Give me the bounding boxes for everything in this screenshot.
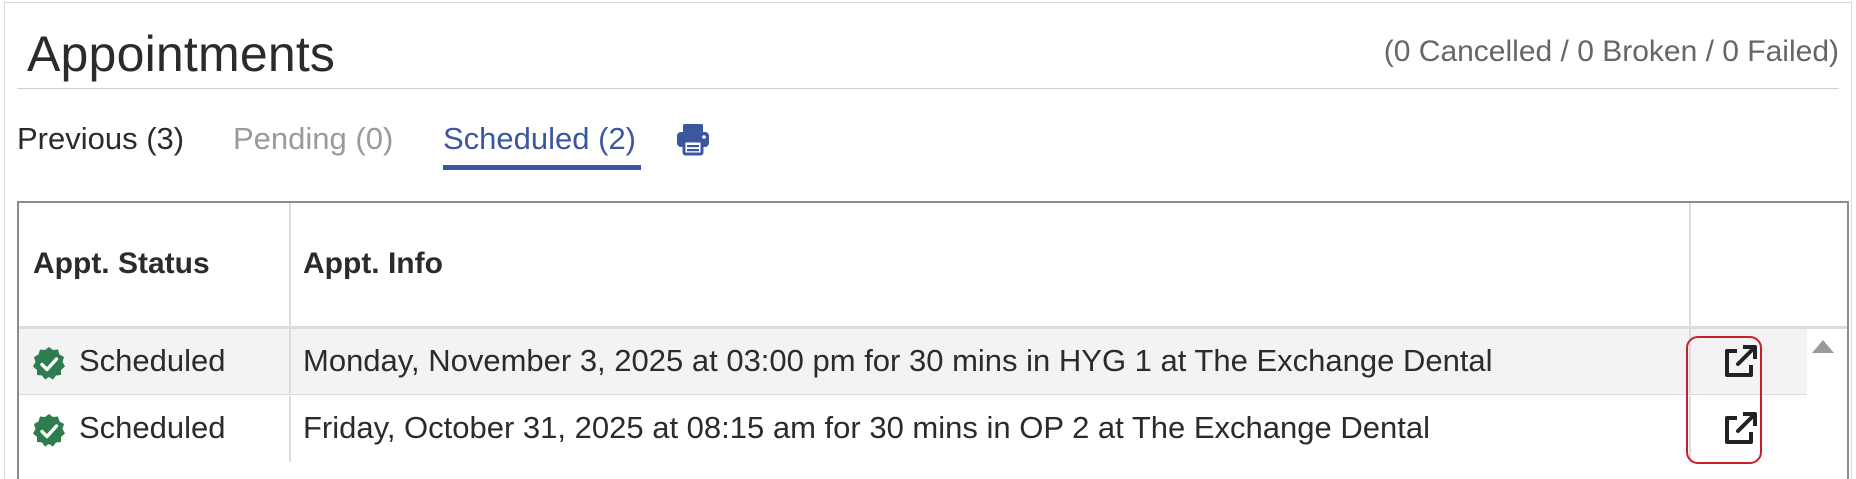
check-badge-icon — [33, 347, 65, 380]
appointments-header: Appointments (0 Cancelled / 0 Broken / 0… — [17, 17, 1839, 89]
scroll-up-arrow-icon[interactable] — [1810, 336, 1836, 356]
external-link-icon[interactable] — [1719, 341, 1761, 383]
column-header-info: Appt. Info — [291, 203, 1691, 326]
action-cell — [1691, 396, 1807, 462]
tab-pending[interactable]: Pending (0) — [233, 121, 393, 157]
status-cell: Scheduled — [19, 329, 291, 394]
appointment-info: Friday, October 31, 2025 at 08:15 am for… — [303, 410, 1430, 445]
external-link-icon[interactable] — [1719, 408, 1761, 450]
appointments-panel: Appointments (0 Cancelled / 0 Broken / 0… — [4, 2, 1852, 479]
table-header: Appt. Status Appt. Info — [19, 203, 1847, 329]
table-row: Scheduled Friday, October 31, 2025 at 08… — [19, 396, 1807, 462]
page-title: Appointments — [27, 26, 336, 82]
tab-scheduled[interactable]: Scheduled (2) — [443, 121, 636, 157]
column-header-action — [1691, 203, 1847, 326]
status-label: Scheduled — [79, 343, 226, 378]
check-badge-icon — [33, 414, 65, 447]
appointment-info: Monday, November 3, 2025 at 03:00 pm for… — [303, 343, 1493, 378]
status-cell: Scheduled — [19, 396, 291, 462]
info-cell: Friday, October 31, 2025 at 08:15 am for… — [291, 396, 1691, 462]
print-button[interactable] — [673, 119, 713, 159]
column-header-status: Appt. Status — [19, 203, 291, 326]
action-cell — [1691, 329, 1807, 394]
tab-previous[interactable]: Previous (3) — [17, 121, 184, 157]
appointment-counts: (0 Cancelled / 0 Broken / 0 Failed) — [1383, 35, 1839, 68]
table-row: Scheduled Monday, November 3, 2025 at 03… — [19, 329, 1807, 395]
column-header-info-label: Appt. Info — [303, 247, 443, 280]
status-label: Scheduled — [79, 410, 226, 445]
info-cell: Monday, November 3, 2025 at 03:00 pm for… — [291, 329, 1691, 394]
print-icon — [677, 124, 709, 156]
column-header-status-label: Appt. Status — [33, 247, 210, 280]
appointments-table: Appt. Status Appt. Info Scheduled Monday… — [17, 201, 1849, 479]
active-tab-indicator — [443, 165, 641, 170]
